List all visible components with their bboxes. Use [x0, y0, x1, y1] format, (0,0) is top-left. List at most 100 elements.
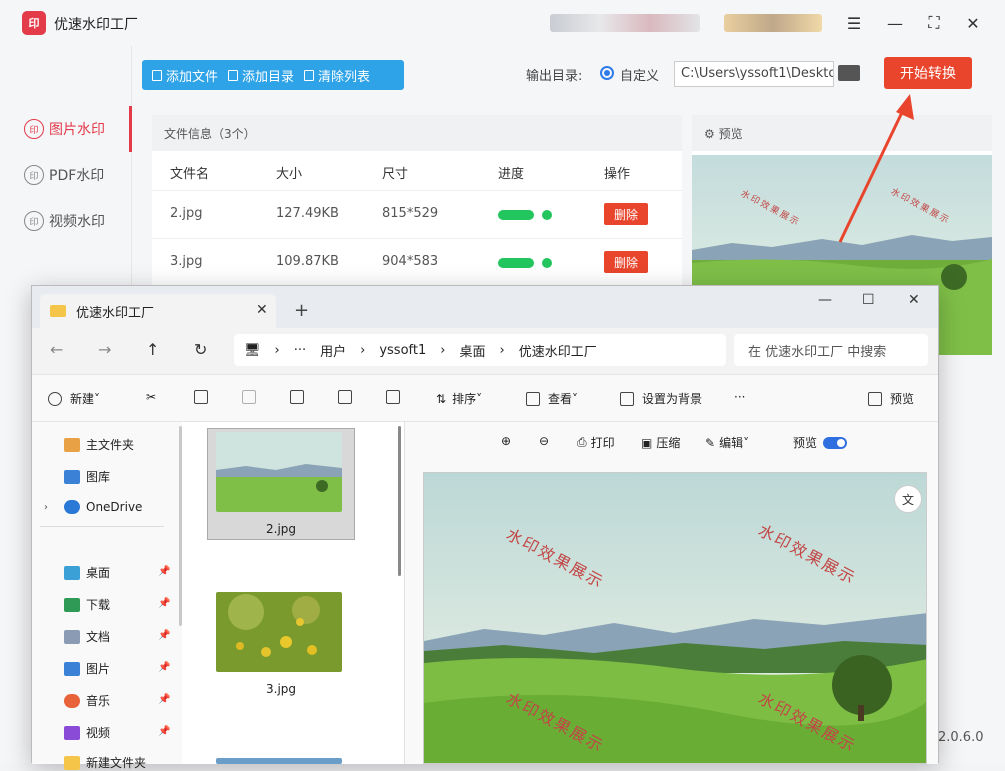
nav-downloads[interactable]: 下载: [64, 596, 110, 613]
explorer-tab[interactable]: 优速水印工厂 ✕: [40, 294, 276, 328]
breadcrumb-item[interactable]: 优速水印工厂: [519, 341, 597, 360]
preview-pane-button[interactable]: 预览: [868, 390, 914, 407]
expand-chevron-icon[interactable]: ›: [44, 502, 48, 513]
nav-videos[interactable]: 视频: [64, 724, 110, 741]
translate-icon[interactable]: 文: [894, 485, 922, 513]
sidebar-item-pdf-watermark[interactable]: 印 PDF水印: [0, 152, 132, 198]
search-input[interactable]: 在 优速水印工厂 中搜索: [734, 334, 928, 366]
nav-onedrive[interactable]: › OneDrive: [44, 500, 142, 514]
delete-button[interactable]: 删除: [604, 203, 648, 225]
back-icon[interactable]: ←: [50, 340, 63, 359]
pin-icon[interactable]: 📌: [158, 598, 170, 609]
breadcrumb-item[interactable]: 桌面: [459, 341, 485, 360]
up-icon[interactable]: ↑: [146, 340, 159, 359]
forward-icon[interactable]: →: [98, 340, 111, 359]
preview-large-image: 水印效果展示 水印效果展示 水印效果展示 水印效果展示 文: [423, 472, 927, 764]
rename-icon[interactable]: [290, 390, 312, 404]
gallery-icon: [64, 469, 80, 484]
print-button[interactable]: ⎙ 打印: [577, 434, 615, 451]
pin-icon[interactable]: 📌: [158, 662, 170, 673]
sort-button[interactable]: ⇅ 排序 ˅: [436, 390, 482, 407]
nav-home[interactable]: 主文件夹: [64, 436, 134, 453]
file-name[interactable]: 3.jpg: [266, 682, 296, 696]
title-bar: 印 优速水印工厂 ☰ — ⛶ ✕: [0, 0, 1005, 46]
output-path-field[interactable]: C:\Users\yssoft1\Desktop: [674, 61, 834, 87]
file-icon: [152, 69, 162, 81]
view-button[interactable]: 查看 ˅: [526, 390, 578, 407]
view-icon: [526, 391, 540, 406]
nav-documents[interactable]: 文档: [64, 628, 110, 645]
new-tab-icon[interactable]: +: [294, 300, 309, 321]
start-convert-button[interactable]: 开始转换: [884, 57, 972, 89]
preview-toggle[interactable]: 预览: [793, 434, 848, 451]
folder-icon[interactable]: [838, 65, 860, 81]
address-bar[interactable]: 🖥 › ··· 用户 › yssoft1 › 桌面 › 优速水印工厂: [234, 334, 726, 366]
command-bar: 新建 ˅ ✂ ⇅ 排序 ˅ 查看 ˅ 设置为背景 ··· 预览: [32, 374, 938, 422]
user-badge-blurred[interactable]: [724, 14, 822, 32]
pin-icon[interactable]: 📌: [158, 566, 170, 577]
explorer-navbar: ← → ↑ ↻ 🖥 › ··· 用户 › yssoft1 › 桌面 › 优速水印工厂 在 …: [32, 328, 938, 372]
share-icon[interactable]: [338, 390, 360, 404]
file-thumbnail[interactable]: [216, 758, 342, 764]
progress-bar: [498, 210, 534, 220]
nav-pictures[interactable]: 图片: [64, 660, 110, 677]
zoom-out-icon[interactable]: ⊖: [539, 434, 549, 448]
delete-icon[interactable]: [386, 390, 408, 404]
compress-button[interactable]: ▣ 压缩: [641, 434, 680, 451]
maximize-icon[interactable]: ⛶: [923, 12, 945, 34]
scrollbar[interactable]: [398, 426, 401, 576]
file-thumbnail[interactable]: [216, 432, 342, 512]
watermark-icon: 印: [24, 119, 44, 139]
col-name: 文件名: [170, 167, 210, 182]
copy-icon[interactable]: [194, 390, 216, 404]
add-dir-button[interactable]: 添加目录: [228, 66, 294, 85]
computer-icon: 🖥: [244, 342, 261, 358]
breadcrumb-item[interactable]: yssoft1: [379, 343, 426, 358]
col-size: 大小: [276, 167, 303, 182]
nav-gallery[interactable]: 图库: [64, 468, 110, 485]
nav-desktop[interactable]: 桌面: [64, 564, 110, 581]
sidebar-item-video-watermark[interactable]: 印 视频水印: [0, 198, 132, 244]
clear-list-button[interactable]: 清除列表: [304, 66, 370, 85]
nav-music[interactable]: 音乐: [64, 692, 110, 709]
picture-icon: [620, 391, 634, 406]
file-toolbar: 添加文件 添加目录 清除列表: [142, 60, 404, 90]
more-icon[interactable]: ···: [734, 390, 745, 404]
folder-icon: [50, 305, 66, 317]
maximize-icon[interactable]: ☐: [862, 292, 875, 308]
check-icon: [542, 210, 552, 220]
pin-icon[interactable]: 📌: [158, 694, 170, 705]
red-arrow-annotation: [838, 94, 914, 243]
pin-icon[interactable]: 📌: [158, 726, 170, 737]
menu-icon[interactable]: ☰: [843, 12, 865, 34]
divider: [152, 190, 682, 191]
breadcrumb-item[interactable]: 用户: [320, 341, 346, 360]
paste-icon[interactable]: [242, 390, 264, 404]
file-list-panel: 文件信息（3个） 文件名 大小 尺寸 进度 操作 2.jpg 127.49KB …: [152, 115, 682, 295]
minimize-icon[interactable]: —: [884, 12, 906, 34]
tab-close-icon[interactable]: ✕: [256, 302, 268, 318]
cut-icon[interactable]: ✂: [146, 390, 156, 404]
more-icon[interactable]: ···: [294, 343, 306, 358]
custom-radio[interactable]: [600, 66, 614, 80]
close-icon[interactable]: ✕: [962, 12, 984, 34]
pin-icon[interactable]: 📌: [158, 630, 170, 641]
check-icon: [542, 258, 552, 268]
file-name[interactable]: 2.jpg: [266, 522, 296, 536]
zoom-in-icon[interactable]: ⊕: [501, 434, 511, 448]
col-dim: 尺寸: [382, 167, 409, 182]
add-file-button[interactable]: 添加文件: [152, 66, 218, 85]
new-button[interactable]: 新建 ˅: [48, 390, 100, 407]
output-dir-label: 输出目录:: [526, 69, 583, 84]
sidebar-item-image-watermark[interactable]: 印 图片水印: [0, 106, 132, 152]
set-background-button[interactable]: 设置为背景: [620, 390, 702, 407]
close-icon[interactable]: ✕: [908, 292, 920, 308]
delete-button[interactable]: 删除: [604, 251, 648, 273]
file-explorer-window: 优速水印工厂 ✕ + — ☐ ✕ ← → ↑ ↻ 🖥 › ··· 用户 › yssoft…: [31, 285, 939, 770]
minimize-icon[interactable]: —: [818, 292, 832, 308]
folder-icon: [228, 69, 239, 81]
refresh-icon[interactable]: ↻: [194, 340, 207, 359]
file-thumbnail[interactable]: [216, 592, 342, 672]
edit-button[interactable]: ✎ 编辑 ˅: [705, 434, 749, 451]
toggle-switch[interactable]: [823, 436, 848, 449]
